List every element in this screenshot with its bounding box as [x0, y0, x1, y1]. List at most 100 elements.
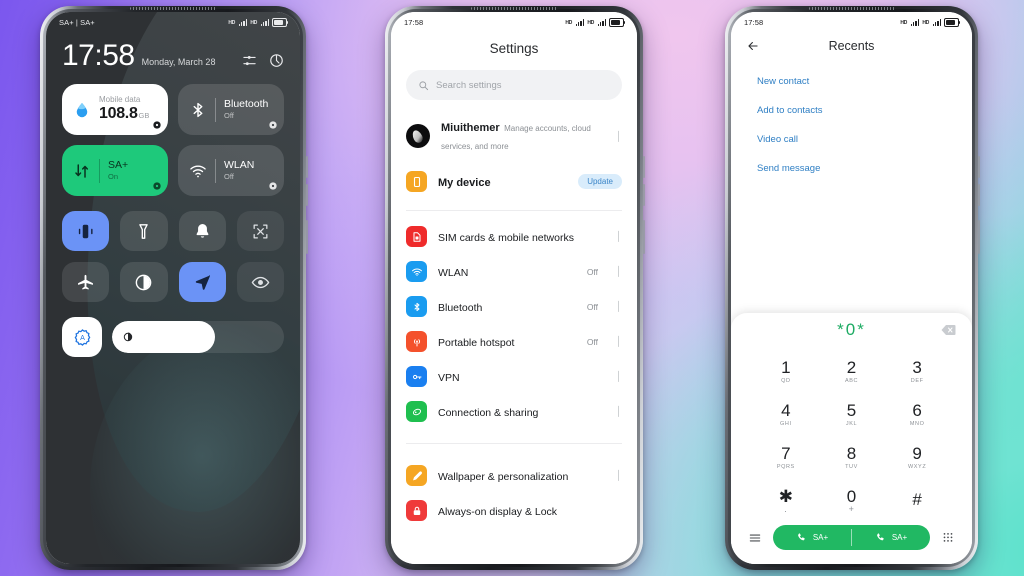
phone2-screen: 17:58 HD HD Settings Search settings Miu…: [391, 12, 637, 564]
row-label: Always-on display & Lock: [438, 505, 558, 518]
row-connection-sharing[interactable]: Connection & sharing │: [391, 394, 637, 429]
key-2[interactable]: 2 ABC: [819, 351, 885, 392]
wifi-icon: [188, 162, 208, 180]
tile-ringtone[interactable]: [178, 211, 226, 251]
call-button-sim2[interactable]: SA+: [852, 532, 930, 543]
brightness-slider[interactable]: [112, 321, 284, 353]
phone-call-icon: [875, 532, 886, 543]
link-video-call[interactable]: Video call: [731, 125, 972, 154]
key-digit: 9: [912, 443, 922, 463]
key-digit: 4: [781, 400, 791, 420]
row-sim-cards[interactable]: SIM cards & mobile networks │: [391, 219, 637, 254]
backspace-icon[interactable]: [941, 325, 956, 336]
link-send-message[interactable]: Send message: [731, 154, 972, 183]
tile-bluetooth[interactable]: Bluetooth Off: [178, 84, 284, 135]
tile-flashlight[interactable]: [120, 211, 168, 251]
tile-data-network[interactable]: SA+ On: [62, 145, 168, 196]
key-7[interactable]: 7 PQRS: [753, 437, 819, 478]
power-button[interactable]: [643, 220, 645, 254]
update-badge[interactable]: Update: [578, 174, 622, 189]
key-letters: .: [784, 503, 788, 514]
tile-reading-mode[interactable]: [236, 262, 284, 302]
tile-dark-mode[interactable]: [120, 262, 168, 302]
volume-up-button[interactable]: [978, 156, 980, 178]
key-digit: 2: [846, 357, 857, 377]
row-wlan[interactable]: WLAN Off │: [391, 254, 637, 289]
auto-brightness-button[interactable]: A: [62, 317, 102, 357]
volume-down-button[interactable]: [643, 184, 645, 206]
eye-icon: [251, 273, 270, 292]
row-wallpaper[interactable]: Wallpaper & personalization │: [391, 458, 637, 493]
keypad-grid-icon[interactable]: [940, 530, 956, 546]
tile-wlan[interactable]: WLAN Off: [178, 145, 284, 196]
volume-down-button[interactable]: [306, 184, 308, 206]
row-label: Wallpaper & personalization: [438, 470, 569, 483]
tile-screenshot[interactable]: [236, 211, 284, 251]
menu-list-icon[interactable]: [747, 530, 763, 546]
phone1-screen: SA+ | SA+ HD HD 17:58 Monday, March 28 M…: [46, 12, 300, 564]
chevron-right-icon: │: [616, 336, 622, 346]
key-9[interactable]: 9 WXYZ: [884, 437, 950, 478]
link-new-contact[interactable]: New contact: [731, 67, 972, 96]
key-8[interactable]: 8 TUV: [819, 437, 885, 478]
key-6[interactable]: 6 MNO: [884, 394, 950, 435]
row-label: VPN: [438, 371, 460, 384]
earpiece-grille: [471, 7, 557, 10]
settings-sliders-icon[interactable]: [242, 53, 257, 68]
key-1[interactable]: 1 QD: [753, 351, 819, 392]
dialed-number[interactable]: *0*: [837, 320, 866, 340]
volte-hd-icon-2: HD: [587, 19, 595, 26]
row-bluetooth[interactable]: Bluetooth Off │: [391, 289, 637, 324]
row-vpn[interactable]: VPN │: [391, 359, 637, 394]
row-label: Portable hotspot: [438, 336, 515, 349]
tile-gear-icon[interactable]: [153, 182, 161, 190]
tile-airplane-mode[interactable]: [62, 262, 110, 302]
key-0[interactable]: 0 +: [819, 480, 885, 521]
tile-gear-icon[interactable]: [153, 121, 161, 129]
volume-up-button[interactable]: [643, 156, 645, 178]
row-my-device[interactable]: My device Update: [391, 164, 637, 202]
volume-up-button[interactable]: [306, 156, 308, 178]
search-input[interactable]: Search settings: [406, 70, 622, 100]
key-3[interactable]: 3 DEF: [884, 351, 950, 392]
call-buttons: SA+ SA+: [773, 525, 930, 550]
wifi-icon: [406, 261, 427, 282]
power-button[interactable]: [978, 220, 980, 254]
earpiece-grille: [130, 7, 216, 10]
scissors-crop-icon: [251, 222, 270, 241]
clock-time: 17:58: [62, 39, 135, 72]
dialpad-sheet: *0* 1 QD 2 ABC 3 DEF 4 GHI 5 JKL 6 MNO 7 PQRS 8: [731, 313, 972, 564]
row-portable-hotspot[interactable]: Portable hotspot Off │: [391, 324, 637, 359]
tile-location[interactable]: [178, 262, 226, 302]
call-button-sim1[interactable]: SA+: [773, 532, 851, 543]
dialed-number-row: *0*: [731, 313, 972, 347]
volte-hd-icon-2: HD: [250, 19, 258, 26]
chevron-right-icon: │: [616, 231, 622, 241]
link-add-to-contacts[interactable]: Add to contacts: [731, 96, 972, 125]
hotspot-icon: [406, 331, 427, 352]
power-icon[interactable]: [269, 53, 284, 68]
tile-mobile-data[interactable]: Mobile data 108.8GB: [62, 84, 168, 135]
key-5[interactable]: 5 JKL: [819, 394, 885, 435]
key-digit: 8: [846, 443, 857, 463]
tile-gear-icon[interactable]: [269, 182, 277, 190]
mobile-data-label: Mobile data: [99, 95, 141, 105]
key-4[interactable]: 4 GHI: [753, 394, 819, 435]
bluetooth-icon: [406, 296, 427, 317]
volte-hd-icon-1: HD: [565, 19, 573, 26]
tile-vibrate[interactable]: [62, 211, 110, 251]
key-star[interactable]: ✱.: [753, 480, 819, 521]
key-digit: #: [912, 489, 922, 509]
power-button[interactable]: [306, 220, 308, 254]
tile-gear-icon[interactable]: [269, 121, 277, 129]
brightness-row: A: [46, 302, 300, 357]
key-letters: DEF: [910, 377, 924, 384]
row-account[interactable]: Miuithemer Manage accounts, cloud servic…: [391, 106, 637, 164]
data-network-state: On: [108, 171, 119, 181]
water-drop-icon: [72, 101, 92, 119]
key-hash[interactable]: #: [884, 480, 950, 521]
row-always-on-display[interactable]: Always-on display & Lock: [391, 493, 637, 528]
row-label: Connection & sharing: [438, 406, 539, 419]
home-gesture-handle[interactable]: [154, 332, 192, 335]
volume-down-button[interactable]: [978, 184, 980, 206]
